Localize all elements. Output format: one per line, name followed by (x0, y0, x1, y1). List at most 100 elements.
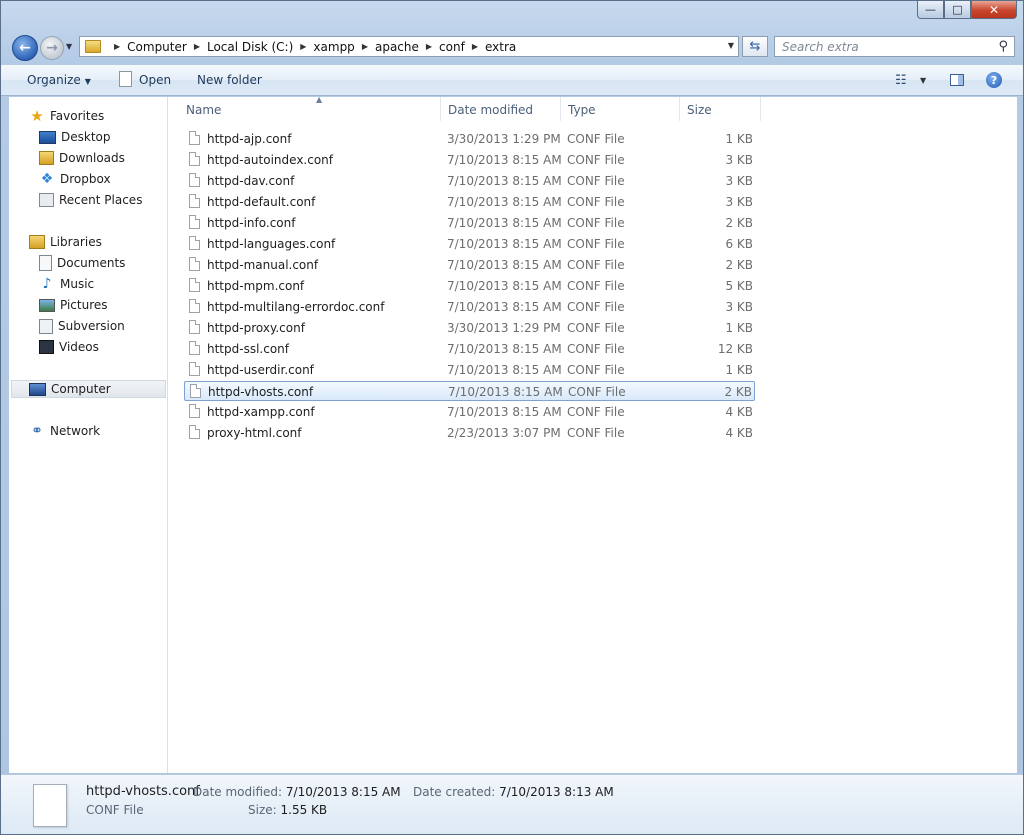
details-modified: Date modified: 7/10/2013 8:15 AM (193, 785, 401, 799)
breadcrumb-conf[interactable]: conf (439, 40, 465, 54)
file-row[interactable]: httpd-manual.conf 7/10/2013 8:15 AM CONF F… (184, 255, 755, 275)
conf-file-icon (189, 362, 200, 376)
chevron-right-icon[interactable]: ▶ (362, 42, 368, 51)
file-size: 1 KB (725, 132, 753, 146)
breadcrumb-apache[interactable]: apache (375, 40, 419, 54)
nav-computer[interactable]: Computer (11, 380, 166, 398)
nav-subversion[interactable]: Subversion (39, 317, 125, 335)
breadcrumb-extra[interactable]: extra (485, 40, 516, 54)
nav-music-label: Music (60, 277, 95, 291)
view-dropdown-icon[interactable]: ▼ (920, 76, 926, 85)
preview-pane-icon[interactable] (950, 74, 964, 86)
conf-file-icon (189, 425, 200, 439)
organize-button[interactable]: Organize ▼ (27, 73, 91, 87)
desktop-icon (39, 130, 56, 144)
file-date-modified: 7/10/2013 8:15 AM (447, 342, 562, 356)
file-type: CONF File (567, 153, 625, 167)
chevron-right-icon[interactable]: ▶ (194, 42, 200, 51)
file-row[interactable]: httpd-info.conf 7/10/2013 8:15 AM CONF Fil… (184, 213, 755, 233)
file-row[interactable]: httpd-default.conf 7/10/2013 8:15 AM CONF … (184, 192, 755, 212)
nav-recent-places[interactable]: Recent Places (39, 191, 142, 209)
network-icon: ⚭ (31, 423, 43, 439)
nav-documents-label: Documents (57, 256, 126, 270)
nav-downloads[interactable]: Downloads (39, 149, 125, 167)
chevron-right-icon[interactable]: ▶ (114, 42, 120, 51)
help-icon[interactable]: ? (986, 72, 1002, 88)
search-input[interactable]: Search extra ⚲ (774, 36, 1015, 57)
details-size-label: Size: (248, 803, 277, 817)
conf-file-icon (189, 131, 200, 145)
open-button[interactable]: Open (119, 71, 172, 87)
nav-videos[interactable]: Videos (39, 338, 99, 356)
address-bar[interactable]: ▶ Computer ▶ Local Disk (C:) ▶ xampp ▶ a… (79, 36, 739, 57)
file-date-modified: 7/10/2013 8:15 AM (447, 195, 562, 209)
back-button[interactable]: ← (12, 35, 38, 61)
file-row[interactable]: httpd-xampp.conf 7/10/2013 8:15 AM CONF Fi… (184, 402, 755, 422)
nav-dropbox-label: Dropbox (60, 172, 111, 186)
chevron-right-icon[interactable]: ▶ (472, 42, 478, 51)
folder-icon (85, 40, 101, 53)
column-header-name[interactable]: ▲ Name (179, 95, 441, 121)
nav-documents[interactable]: Documents (39, 254, 125, 272)
refresh-button[interactable]: ⇆ (742, 36, 768, 57)
explorer-window: — □ ✕ ← → ▼ ▶ Computer ▶ Local Disk (C:)… (0, 0, 1024, 835)
nav-network[interactable]: ⚭ Network (29, 422, 100, 440)
file-date-modified: 7/10/2013 8:15 AM (448, 385, 563, 399)
nav-dropbox[interactable]: ❖ Dropbox (39, 170, 111, 188)
file-name: httpd-manual.conf (207, 258, 319, 272)
column-header-size[interactable]: Size (680, 97, 761, 121)
file-date-modified: 3/30/2013 1:29 PM (447, 321, 561, 335)
maximize-button[interactable]: □ (944, 1, 971, 19)
recent-pages-dropdown[interactable]: ▼ (66, 42, 72, 51)
chevron-right-icon[interactable]: ▶ (300, 42, 306, 51)
file-date-modified: 7/10/2013 8:15 AM (447, 300, 562, 314)
file-size: 2 KB (724, 385, 752, 399)
file-name: httpd-ssl.conf (207, 342, 290, 356)
file-row[interactable]: httpd-proxy.conf 3/30/2013 1:29 PM CONF Fi… (184, 318, 755, 338)
chevron-right-icon[interactable]: ▶ (426, 42, 432, 51)
conf-file-icon (189, 257, 200, 271)
file-size: 4 KB (725, 405, 753, 419)
file-type: CONF File (568, 385, 626, 399)
column-header-type[interactable]: Type (561, 97, 680, 121)
nav-pictures[interactable]: Pictures (39, 296, 108, 314)
file-row[interactable]: httpd-dav.conf 7/10/2013 8:15 AM CONF File… (184, 171, 755, 191)
column-header-date[interactable]: Date modified (441, 97, 561, 121)
open-label: Open (139, 73, 172, 87)
file-row[interactable]: httpd-autoindex.conf 7/10/2013 8:15 AM CON… (184, 150, 755, 170)
file-date-modified: 2/23/2013 3:07 PM (447, 426, 561, 440)
address-dropdown-icon[interactable]: ▼ (728, 41, 734, 50)
file-row[interactable]: httpd-multilang-errordoc.conf 7/10/2013 8… (184, 297, 755, 317)
nav-music[interactable]: ♪ Music (39, 275, 95, 293)
sort-ascending-icon: ▲ (316, 95, 323, 104)
file-row[interactable]: httpd-userdir.conf 7/10/2013 8:15 AM CONF … (184, 360, 755, 380)
file-row[interactable]: httpd-mpm.conf 7/10/2013 8:15 AM CONF File… (184, 276, 755, 296)
navigation-pane: ★ Favorites Desktop Downloads ❖ Dropbox Re… (9, 97, 168, 773)
breadcrumb-xampp[interactable]: xampp (313, 40, 354, 54)
breadcrumb-local-disk[interactable]: Local Disk (C:) (207, 40, 293, 54)
search-icon[interactable]: ⚲ (998, 39, 1008, 54)
conf-file-icon (189, 299, 200, 313)
file-row[interactable]: proxy-html.conf 2/23/2013 3:07 PM CONF Fil… (184, 423, 755, 443)
file-date-modified: 7/10/2013 8:15 AM (447, 216, 562, 230)
close-button[interactable]: ✕ (971, 1, 1017, 19)
file-name: httpd-proxy.conf (207, 321, 305, 335)
file-size: 3 KB (725, 153, 753, 167)
nav-favorites[interactable]: ★ Favorites (29, 107, 104, 125)
file-row[interactable]: httpd-languages.conf 7/10/2013 8:15 AM CON… (184, 234, 755, 254)
file-type: CONF File (567, 300, 625, 314)
file-size: 3 KB (725, 300, 753, 314)
file-type: CONF File (567, 237, 625, 251)
file-row[interactable]: httpd-ajp.conf 3/30/2013 1:29 PM CONF File… (184, 129, 755, 149)
forward-button[interactable]: → (40, 36, 64, 60)
file-row[interactable]: httpd-ssl.conf 7/10/2013 8:15 AM CONF File… (184, 339, 755, 359)
file-name: httpd-default.conf (207, 195, 316, 209)
view-options-icon[interactable]: ☷ (895, 73, 907, 88)
nav-libraries[interactable]: Libraries (29, 233, 102, 251)
nav-desktop[interactable]: Desktop (39, 128, 111, 146)
new-folder-button[interactable]: New folder (197, 73, 262, 87)
minimize-button[interactable]: — (917, 1, 944, 19)
file-type: CONF File (567, 216, 625, 230)
breadcrumb-computer[interactable]: Computer (127, 40, 187, 54)
file-row[interactable]: httpd-vhosts.conf 7/10/2013 8:15 AM CONF F… (184, 381, 755, 401)
